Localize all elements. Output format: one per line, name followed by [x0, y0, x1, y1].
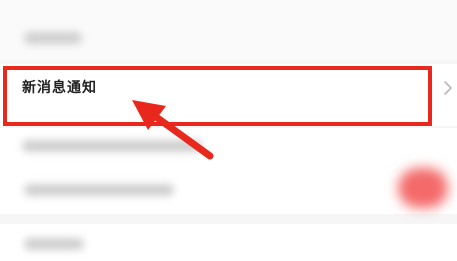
toggle-switch[interactable]: [398, 168, 448, 208]
settings-row-blurred-2[interactable]: [0, 168, 457, 214]
settings-row-blurred-bottom[interactable]: [0, 224, 457, 261]
chevron-right-icon: [444, 81, 452, 95]
blurred-row-label: [24, 238, 84, 250]
red-pointer-arrow-icon: [132, 100, 214, 160]
settings-row-blurred-1[interactable]: [0, 128, 457, 168]
settings-screen: 新消息通知: [0, 0, 457, 261]
settings-row-blurred-top[interactable]: [0, 0, 457, 60]
blurred-row-label: [24, 184, 174, 196]
blurred-row-label: [24, 32, 82, 44]
